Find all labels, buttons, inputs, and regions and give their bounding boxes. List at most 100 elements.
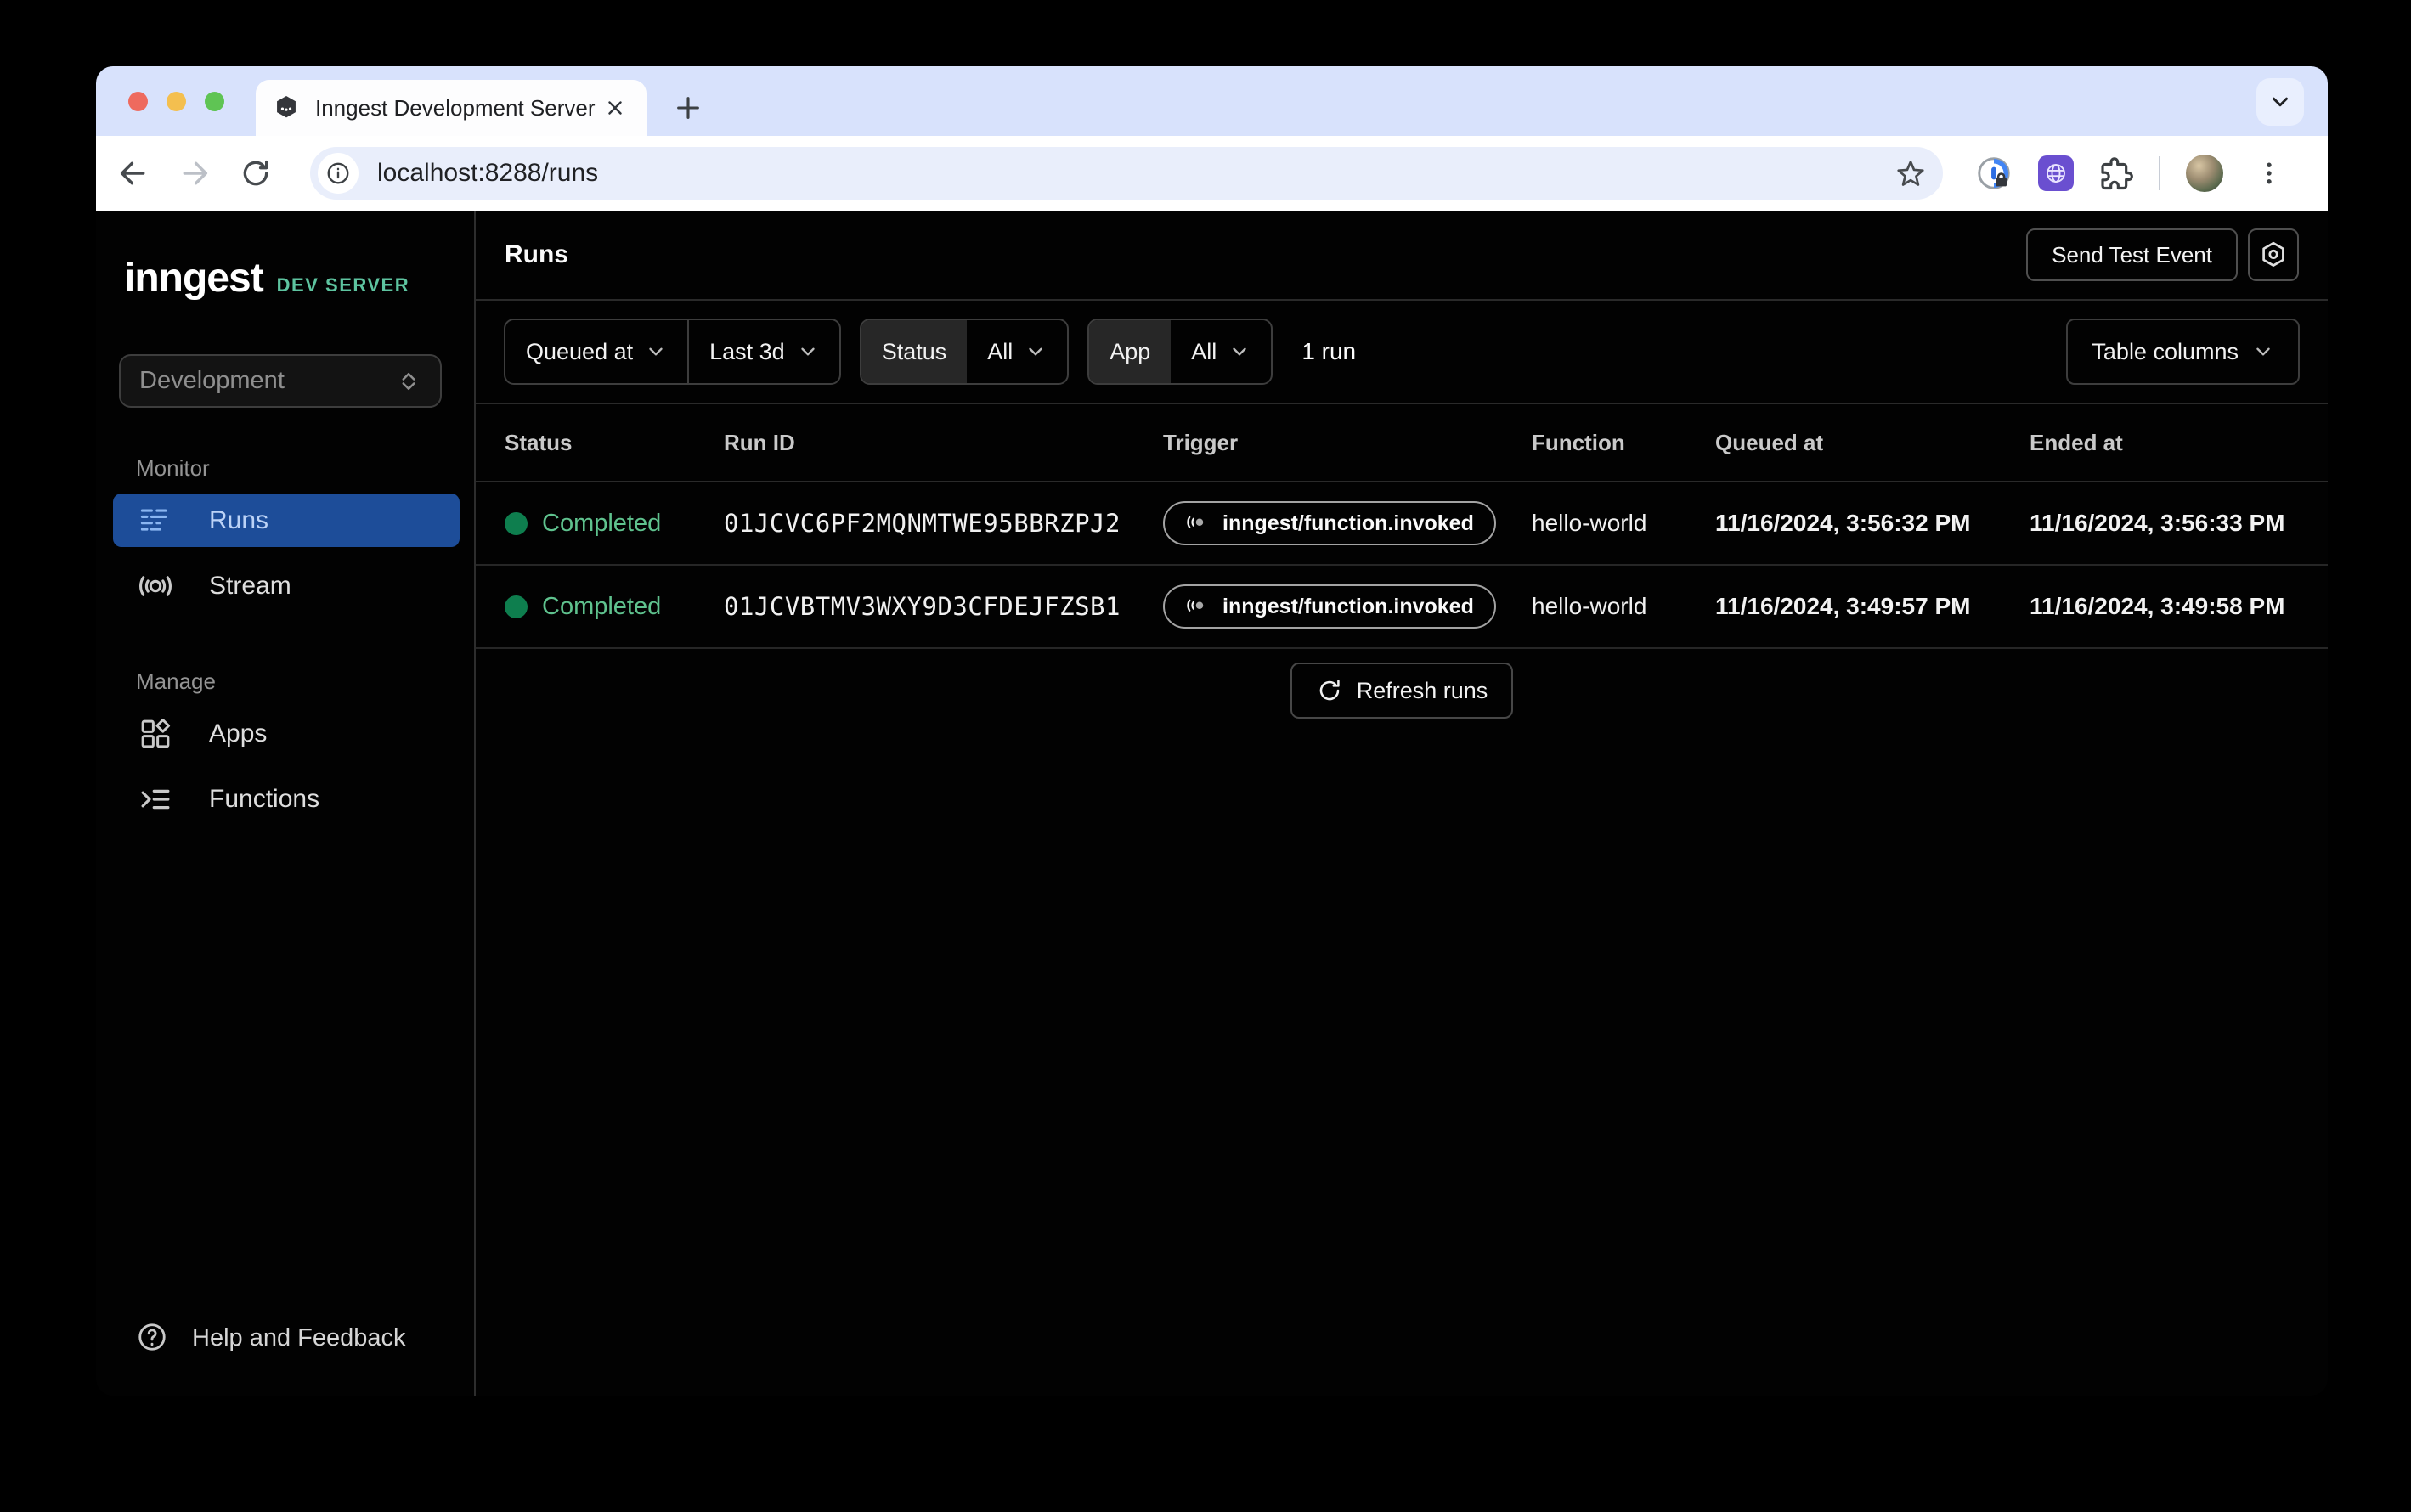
status-filter-value: All [987,339,1013,365]
table-row[interactable]: Completed 01JCVBTMV3WXY9D3CFDEJFZSB1 inn… [476,566,2328,649]
status-filter-dropdown[interactable]: All [967,320,1067,383]
status-label: Completed [542,510,661,538]
ended-at-time: 11/16/2024, 3:49:58 PM [2030,593,2299,620]
ended-at-time: 11/16/2024, 3:56:33 PM [2030,510,2299,537]
time-field-dropdown[interactable]: Queued at [505,320,687,383]
run-id[interactable]: 01JCVC6PF2MQNMTWE95BBRZPJ2 [724,509,1163,538]
app-filter-value: All [1191,339,1217,365]
dev-server-badge: DEV SERVER [277,274,409,296]
back-button[interactable] [103,143,164,204]
trigger-name: inngest/function.invoked [1222,595,1474,619]
time-field-value: Queued at [526,339,633,365]
time-range-value: Last 3d [709,339,785,365]
sidebar: inngest DEV SERVER Development Monitor R… [96,211,476,1396]
run-count: 1 run [1301,338,1356,365]
column-header-function: Function [1532,430,1715,456]
inngest-logo: inngest DEV SERVER [124,255,474,302]
address-bar[interactable]: localhost:8288/runs [310,147,1943,200]
runs-icon [136,501,175,540]
send-test-event-button[interactable]: Send Test Event [2026,228,2238,281]
select-carets-icon [396,369,421,394]
forward-button[interactable] [164,143,225,204]
sidebar-item-label: Apps [209,719,267,748]
chevron-down-icon [2252,341,2274,363]
sidebar-item-label: Functions [209,785,319,814]
browser-tab-strip: Inngest Development Server [96,66,2328,136]
tab-title: Inngest Development Server [315,95,601,121]
new-tab-button[interactable] [665,85,711,131]
app-content: inngest DEV SERVER Development Monitor R… [96,211,2328,1396]
close-window-button[interactable] [128,92,148,111]
minimize-window-button[interactable] [167,92,186,111]
queued-at-time: 11/16/2024, 3:49:57 PM [1715,593,2030,620]
trigger-name: inngest/function.invoked [1222,511,1474,536]
time-range-dropdown[interactable]: Last 3d [687,320,839,383]
column-header-ended-at: Ended at [2030,430,2299,456]
column-header-run-id: Run ID [724,430,1163,456]
page-title: Runs [505,240,568,269]
sidebar-item-stream[interactable]: Stream [113,559,460,612]
onepassword-extension-icon[interactable] [1975,155,2013,192]
help-and-feedback[interactable]: Help and Feedback [136,1321,474,1355]
url-text[interactable]: localhost:8288/runs [377,159,1895,188]
event-pulse-icon [1185,594,1211,619]
chevron-down-icon [645,341,667,363]
settings-gear-button[interactable] [2248,228,2299,281]
app-filter-dropdown[interactable]: All [1171,320,1271,383]
bookmark-star-icon[interactable] [1895,158,1926,189]
apps-icon [136,714,175,753]
refresh-runs-label: Refresh runs [1357,678,1488,704]
sidebar-item-label: Stream [209,572,291,601]
sidebar-section-manage: Manage [136,669,474,695]
sidebar-section-monitor: Monitor [136,455,474,482]
status-dot-completed [505,512,528,535]
profile-avatar[interactable] [2186,155,2223,192]
chevron-down-icon [1228,341,1251,363]
trigger-badge[interactable]: inngest/function.invoked [1163,584,1496,629]
table-columns-button[interactable]: Table columns [2066,319,2300,385]
tab-search-chevron-button[interactable] [2256,78,2304,126]
function-name[interactable]: hello-world [1532,510,1715,537]
app-filter-label: App [1089,320,1171,383]
filter-bar: Queued at Last 3d Status All [476,301,2328,404]
chevron-down-icon [797,341,819,363]
extensions-puzzle-icon[interactable] [2099,156,2133,190]
maximize-window-button[interactable] [205,92,224,111]
extension-icons [1975,155,2284,192]
chevron-down-icon [1025,341,1047,363]
page-header: Runs Send Test Event [476,211,2328,301]
status-filter: Status All [860,319,1070,385]
browser-toolbar: localhost:8288/runs [96,136,2328,211]
table-columns-label: Table columns [2092,339,2239,365]
browser-menu-icon[interactable] [2254,158,2284,189]
event-pulse-icon [1185,511,1211,536]
status-dot-completed [505,595,528,618]
sidebar-item-functions[interactable]: Functions [113,772,460,826]
status-filter-label: Status [861,320,968,383]
tab-close-icon[interactable] [601,93,630,122]
refresh-runs-button[interactable]: Refresh runs [1290,663,1514,719]
table-row[interactable]: Completed 01JCVC6PF2MQNMTWE95BBRZPJ2 inn… [476,482,2328,566]
sidebar-item-apps[interactable]: Apps [113,707,460,760]
inngest-favicon-icon [273,94,300,121]
function-name[interactable]: hello-world [1532,593,1715,620]
trigger-badge[interactable]: inngest/function.invoked [1163,501,1496,545]
window-controls [128,92,224,111]
column-header-trigger: Trigger [1163,430,1532,456]
help-label: Help and Feedback [192,1324,406,1352]
functions-icon [136,780,175,819]
browser-tab[interactable]: Inngest Development Server [256,80,647,136]
toolbar-separator [2159,156,2160,190]
run-id[interactable]: 01JCVBTMV3WXY9D3CFDEJFZSB1 [724,592,1163,621]
column-header-status: Status [505,430,724,456]
table-header-row: Status Run ID Trigger Function Queued at… [476,404,2328,482]
refresh-icon [1316,677,1343,704]
environment-select[interactable]: Development [119,354,442,408]
site-info-icon[interactable] [318,153,359,194]
purple-extension-icon[interactable] [2038,155,2074,191]
queued-at-time: 11/16/2024, 3:56:32 PM [1715,510,2030,537]
browser-window: Inngest Development Server localhost:828… [96,66,2328,1396]
sidebar-item-runs[interactable]: Runs [113,494,460,547]
environment-select-value: Development [139,367,396,395]
reload-button[interactable] [225,143,286,204]
